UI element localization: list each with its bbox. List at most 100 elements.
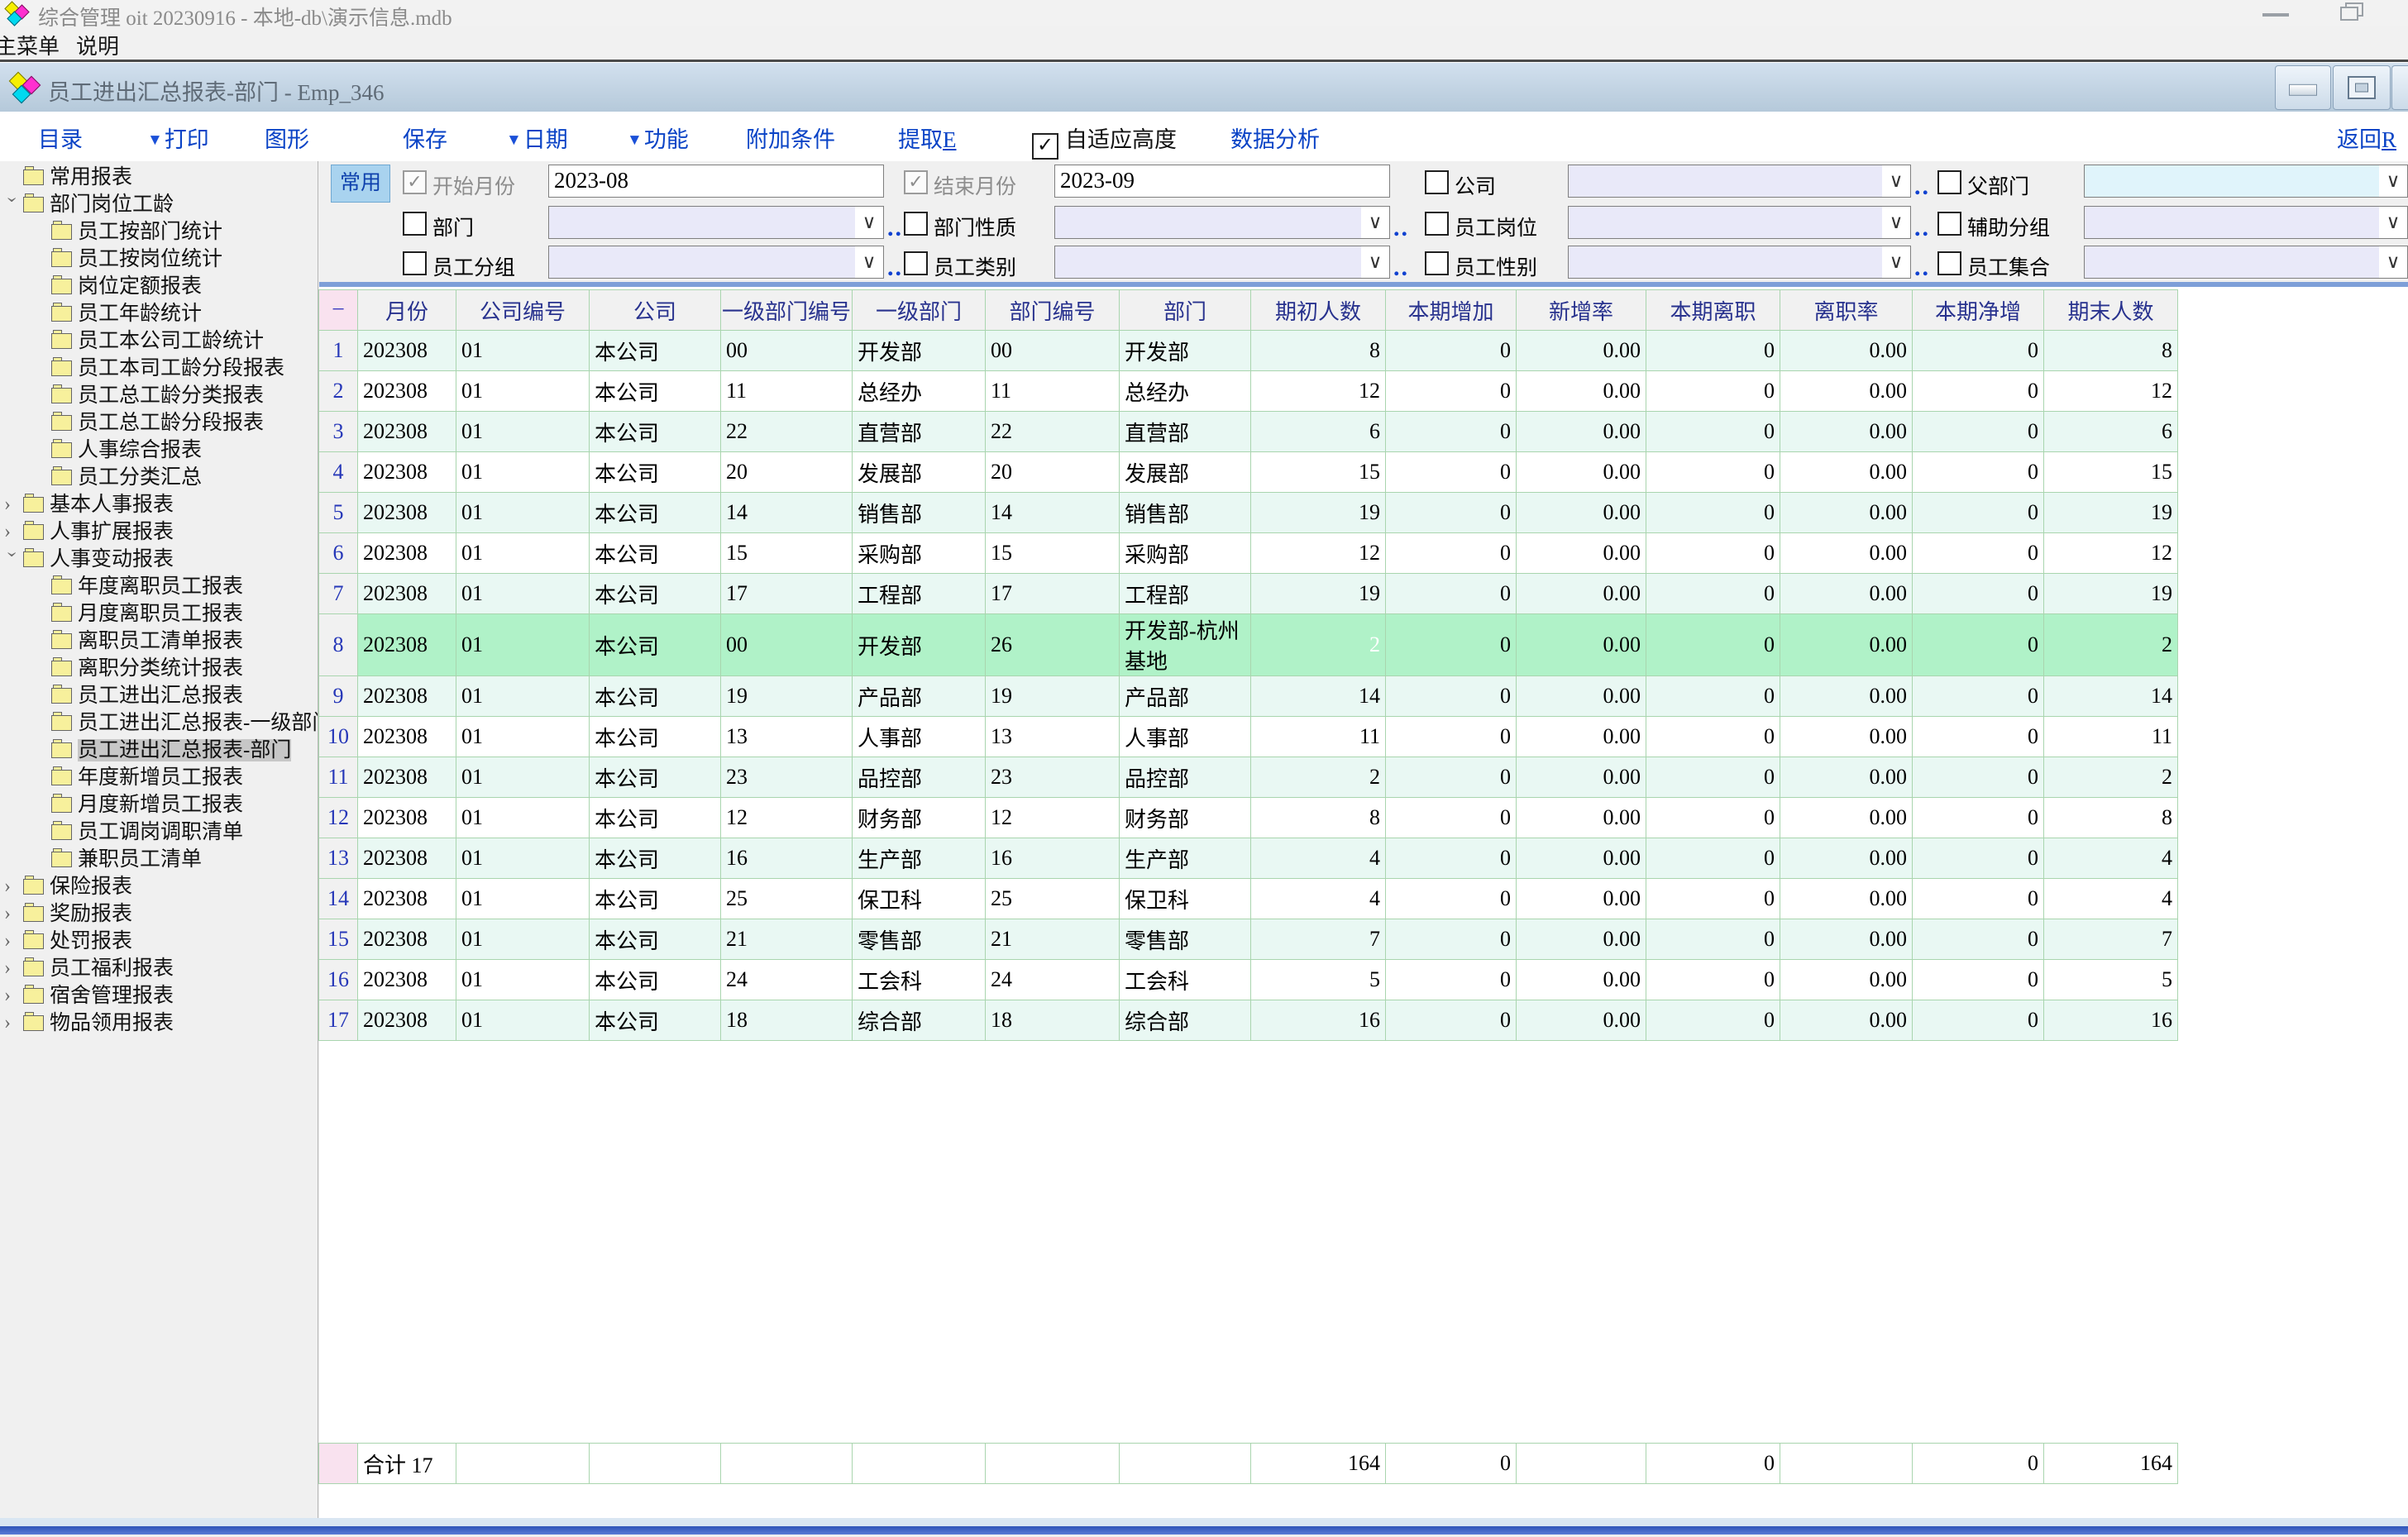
cell-期末人数[interactable]: 4 — [2044, 838, 2178, 879]
menu-item-1[interactable]: 说明 — [76, 30, 119, 60]
tree-item-员工本公司工龄统计[interactable]: 员工本公司工龄统计 — [0, 327, 318, 355]
cell-本期离职[interactable]: 0 — [1646, 614, 1780, 676]
cell-离职率[interactable]: 0.00 — [1780, 1000, 1913, 1041]
cell-部门编号[interactable]: 26 — [986, 614, 1120, 676]
cell-公司[interactable]: 本公司 — [590, 757, 721, 798]
tree-item-岗位定额报表[interactable]: 岗位定额报表 — [0, 273, 318, 300]
cell-本期离职[interactable]: 0 — [1646, 717, 1780, 757]
row-number-cell[interactable]: 7 — [319, 574, 358, 614]
cell-公司[interactable]: 本公司 — [590, 798, 721, 838]
cell-公司[interactable]: 本公司 — [590, 452, 721, 493]
cell-离职率[interactable]: 0.00 — [1780, 614, 1913, 676]
cell-本期离职[interactable]: 0 — [1646, 331, 1780, 371]
cell-本期增加[interactable]: 0 — [1386, 960, 1517, 1000]
filter-dropdown-父部门[interactable]: ∨ — [2084, 165, 2408, 198]
cell-部门编号[interactable]: 23 — [986, 757, 1120, 798]
cell-离职率[interactable]: 0.00 — [1780, 331, 1913, 371]
column-header-一级部门编号[interactable]: 一级部门编号 — [721, 290, 853, 331]
cell-部门[interactable]: 工会科 — [1120, 960, 1251, 1000]
cell-一级部门[interactable]: 开发部 — [853, 331, 986, 371]
cell-月份[interactable]: 202308 — [358, 1000, 456, 1041]
tree-collapse-icon[interactable]: › — [0, 197, 26, 213]
cell-本期增加[interactable]: 0 — [1386, 452, 1517, 493]
filter-input-开始月份[interactable]: 2023-08 — [548, 165, 884, 198]
cell-公司编号[interactable]: 01 — [456, 838, 590, 879]
cell-本期增加[interactable]: 0 — [1386, 493, 1517, 533]
tree-item-离职员工清单报表[interactable]: 离职员工清单报表 — [0, 628, 318, 655]
filter-checkbox-结束月份[interactable]: ✓ — [904, 170, 928, 194]
tree-expand-icon[interactable]: › — [4, 982, 21, 1010]
column-header-公司[interactable]: 公司 — [590, 290, 721, 331]
cell-新增率[interactable]: 0.00 — [1517, 614, 1646, 676]
cell-一级部门编号[interactable]: 21 — [721, 919, 853, 960]
cell-月份[interactable]: 202308 — [358, 412, 456, 452]
cell-一级部门[interactable]: 销售部 — [853, 493, 986, 533]
cell-离职率[interactable]: 0.00 — [1780, 919, 1913, 960]
cell-一级部门编号[interactable]: 13 — [721, 717, 853, 757]
cell-一级部门编号[interactable]: 16 — [721, 838, 853, 879]
grid-corner-cell[interactable]: − — [319, 290, 358, 331]
cell-公司编号[interactable]: 01 — [456, 412, 590, 452]
cell-期初人数[interactable]: 12 — [1251, 371, 1386, 412]
filter-checkbox-父部门[interactable] — [1937, 170, 1961, 194]
cell-本期增加[interactable]: 0 — [1386, 838, 1517, 879]
cell-一级部门编号[interactable]: 12 — [721, 798, 853, 838]
dropdown-chevron-icon[interactable]: ∨ — [1361, 246, 1389, 278]
cell-公司[interactable]: 本公司 — [590, 614, 721, 676]
toolbar-打印[interactable]: ▼打印 — [147, 122, 209, 154]
cell-新增率[interactable]: 0.00 — [1517, 879, 1646, 919]
filter-dropdown-员工分组[interactable]: ∨ — [548, 246, 884, 279]
tree-item-离职分类统计报表[interactable]: 离职分类统计报表 — [0, 655, 318, 682]
cell-期末人数[interactable]: 15 — [2044, 452, 2178, 493]
common-filter-tab[interactable]: 常用 — [331, 165, 390, 203]
cell-一级部门[interactable]: 工会科 — [853, 960, 986, 1000]
cell-本期增加[interactable]: 0 — [1386, 717, 1517, 757]
row-number-cell[interactable]: 2 — [319, 371, 358, 412]
cell-部门[interactable]: 财务部 — [1120, 798, 1251, 838]
dropdown-chevron-icon[interactable]: ∨ — [1361, 207, 1389, 238]
filter-checkbox-部门[interactable] — [403, 212, 427, 236]
row-number-cell[interactable]: 9 — [319, 676, 358, 717]
cell-月份[interactable]: 202308 — [358, 717, 456, 757]
cell-期末人数[interactable]: 4 — [2044, 879, 2178, 919]
cell-新增率[interactable]: 0.00 — [1517, 919, 1646, 960]
row-number-cell[interactable]: 5 — [319, 493, 358, 533]
tree-expand-icon[interactable]: › — [4, 955, 21, 982]
cell-本期净增[interactable]: 0 — [1913, 960, 2044, 1000]
cell-期末人数[interactable]: 12 — [2044, 533, 2178, 574]
cell-部门编号[interactable]: 25 — [986, 879, 1120, 919]
cell-本期净增[interactable]: 0 — [1913, 757, 2044, 798]
cell-月份[interactable]: 202308 — [358, 757, 456, 798]
cell-公司编号[interactable]: 01 — [456, 371, 590, 412]
table-row[interactable]: 1720230801本公司18综合部18综合部1600.0000.00016 — [319, 1000, 2178, 1041]
table-row[interactable]: 120230801本公司00开发部00开发部800.0000.0008 — [319, 331, 2178, 371]
cell-期初人数[interactable]: 7 — [1251, 919, 1386, 960]
toolbar-提取E[interactable]: 提取E — [898, 122, 957, 154]
cell-公司[interactable]: 本公司 — [590, 331, 721, 371]
cell-公司[interactable]: 本公司 — [590, 1000, 721, 1041]
autofit-height-checkbox[interactable]: ✓自适应高度 — [1032, 122, 1177, 160]
cell-本期增加[interactable]: 0 — [1386, 331, 1517, 371]
cell-部门[interactable]: 人事部 — [1120, 717, 1251, 757]
cell-本期增加[interactable]: 0 — [1386, 879, 1517, 919]
cell-一级部门编号[interactable]: 25 — [721, 879, 853, 919]
cell-期初人数[interactable]: 5 — [1251, 960, 1386, 1000]
column-header-一级部门[interactable]: 一级部门 — [853, 290, 986, 331]
cell-部门编号[interactable]: 14 — [986, 493, 1120, 533]
tree-expand-icon[interactable]: › — [4, 1010, 21, 1037]
tree-item-员工按部门统计[interactable]: 员工按部门统计 — [0, 218, 318, 246]
filter-checkbox-员工集合[interactable] — [1937, 251, 1961, 275]
cell-一级部门编号[interactable]: 17 — [721, 574, 853, 614]
cell-本期增加[interactable]: 0 — [1386, 412, 1517, 452]
filter-checkbox-开始月份[interactable]: ✓ — [403, 170, 427, 194]
filter-dropdown-部门性质[interactable]: ∨ — [1054, 206, 1390, 239]
dropdown-chevron-icon[interactable]: ∨ — [855, 246, 883, 278]
filter-browse-button-部门[interactable]: .. — [887, 214, 903, 242]
tree-item-基本人事报表[interactable]: ›基本人事报表 — [0, 491, 318, 518]
child-minimize-button[interactable] — [2275, 65, 2331, 110]
cell-新增率[interactable]: 0.00 — [1517, 838, 1646, 879]
cell-本期净增[interactable]: 0 — [1913, 412, 2044, 452]
dropdown-chevron-icon[interactable]: ∨ — [1882, 246, 1910, 278]
cell-月份[interactable]: 202308 — [358, 371, 456, 412]
tree-item-员工进出汇总报表[interactable]: 员工进出汇总报表 — [0, 682, 318, 709]
